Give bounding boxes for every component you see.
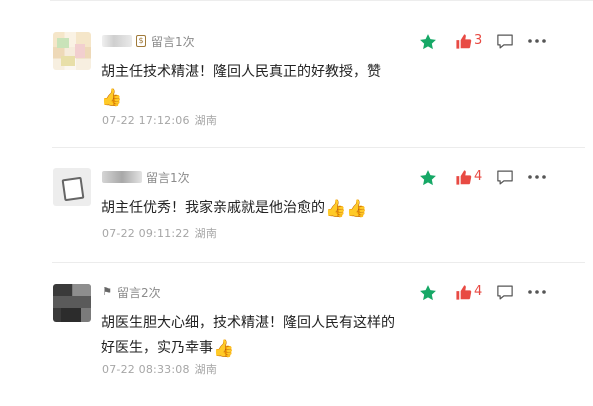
- thumbs-up-emoji: 👍: [213, 339, 235, 359]
- comment-time: 07-22 09:11:22: [102, 227, 190, 240]
- username-blurred[interactable]: [102, 35, 132, 47]
- message-count: 留言1次: [151, 34, 195, 49]
- more-icon[interactable]: [527, 174, 547, 180]
- thumbs-up-emoji: 👍👍: [325, 199, 368, 219]
- like-count: 4: [474, 284, 483, 299]
- comment-meta: $ 留言1次: [102, 33, 195, 49]
- flag-icon: ⚑: [102, 285, 112, 298]
- comment-time: 07-22 17:12:06: [102, 114, 190, 127]
- like-count: 3: [474, 33, 483, 48]
- comment-actions: 4: [418, 283, 588, 303]
- comment-text: 胡主任技术精湛！隆回人民真正的好教授，赞 👍: [101, 60, 421, 110]
- comment-location: 湖南: [194, 114, 218, 127]
- comment-footer: 07-22 08:33:08 湖南: [102, 361, 217, 377]
- comment-actions: 3: [418, 32, 588, 52]
- comment-body: 胡医生胆大心细，技术精湛！隆回人民有这样的好医生，实乃幸事: [101, 315, 395, 356]
- reply-icon[interactable]: [496, 169, 514, 186]
- reply-icon[interactable]: [496, 284, 514, 301]
- comment-footer: 07-22 09:11:22 湖南: [102, 225, 217, 241]
- star-icon[interactable]: [418, 168, 438, 188]
- message-count: 留言2次: [117, 285, 161, 300]
- comment-text: 胡医生胆大心细，技术精湛！隆回人民有这样的好医生，实乃幸事👍: [101, 311, 406, 361]
- like-icon[interactable]: [455, 169, 472, 186]
- comment-item: $ 留言1次 3 胡主任技术精湛！隆回人民真正的好教授，赞 👍 07-22 17…: [0, 0, 593, 148]
- like-icon[interactable]: [455, 284, 472, 301]
- like-count: 4: [474, 169, 483, 184]
- avatar[interactable]: [53, 284, 91, 322]
- thumbs-up-emoji: 👍: [101, 88, 123, 108]
- comment-item: 留言1次 4 胡主任优秀！我家亲戚就是他治愈的👍👍 07-22 09:11:22…: [0, 148, 593, 263]
- comment-location: 湖南: [194, 363, 218, 376]
- comment-meta: 留言1次: [102, 169, 190, 185]
- comment-actions: 4: [418, 168, 588, 188]
- more-icon[interactable]: [527, 289, 547, 295]
- avatar[interactable]: [53, 168, 91, 206]
- like-icon[interactable]: [455, 33, 472, 50]
- comment-body: 胡主任优秀！我家亲戚就是他治愈的: [101, 200, 325, 216]
- username-blurred[interactable]: [102, 171, 142, 183]
- star-icon[interactable]: [418, 283, 438, 303]
- comment-body: 胡主任技术精湛！隆回人民真正的好教授，赞: [101, 64, 381, 80]
- star-icon[interactable]: [418, 32, 438, 52]
- comment-location: 湖南: [194, 227, 218, 240]
- comment-meta: ⚑ 留言2次: [102, 284, 161, 300]
- comment-time: 07-22 08:33:08: [102, 363, 190, 376]
- money-bag-icon: $: [136, 35, 146, 47]
- comment-item: ⚑ 留言2次 4 胡医生胆大心细，技术精湛！隆回人民有这样的好医生，实乃幸事👍 …: [0, 263, 593, 406]
- more-icon[interactable]: [527, 38, 547, 44]
- comment-footer: 07-22 17:12:06 湖南: [102, 112, 217, 128]
- reply-icon[interactable]: [496, 33, 514, 50]
- message-count: 留言1次: [146, 170, 190, 185]
- comment-text: 胡主任优秀！我家亲戚就是他治愈的👍👍: [101, 196, 421, 221]
- avatar[interactable]: [53, 32, 91, 70]
